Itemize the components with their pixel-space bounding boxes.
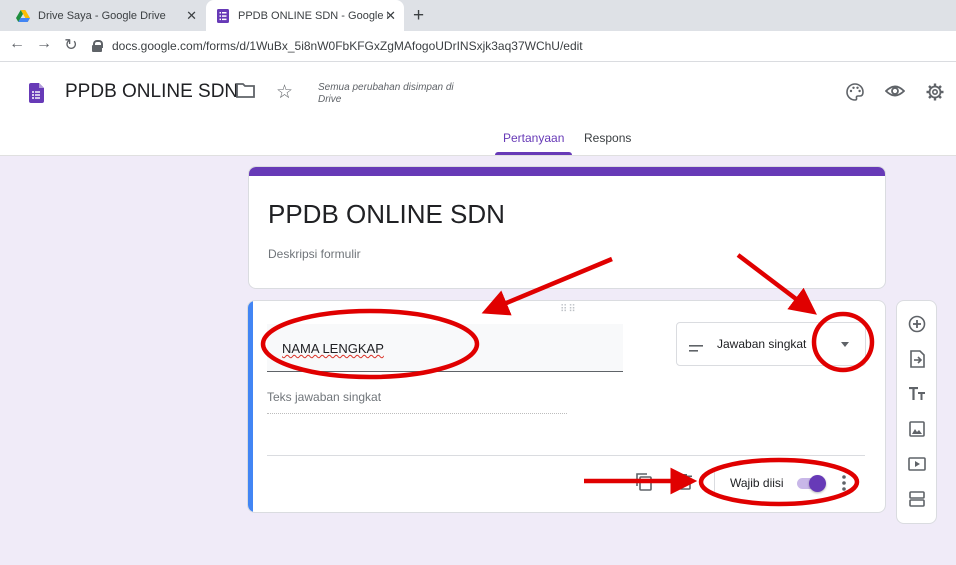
answer-placeholder: Teks jawaban singkat bbox=[267, 390, 567, 414]
required-toggle[interactable] bbox=[795, 475, 827, 492]
drag-handle-icon[interactable]: ⠿⠿ bbox=[560, 305, 577, 315]
add-image-icon[interactable] bbox=[906, 418, 928, 440]
form-title-input[interactable]: PPDB ONLINE SDN bbox=[268, 199, 505, 230]
tab-forms[interactable]: PPDB ONLINE SDN - Google For ✕ bbox=[206, 0, 404, 31]
tab-questions[interactable]: Pertanyaan bbox=[503, 131, 564, 145]
question-title-input[interactable]: NAMA LENGKAP bbox=[267, 324, 623, 372]
url-text: docs.google.com/forms/d/1WuBx_5i8nW0FbKF… bbox=[112, 39, 583, 53]
tab-label: Drive Saya - Google Drive bbox=[38, 9, 166, 22]
settings-icon[interactable] bbox=[926, 83, 944, 106]
add-section-icon[interactable] bbox=[906, 488, 928, 510]
add-video-icon[interactable] bbox=[906, 453, 928, 475]
address-bar: ← → ↻ docs.google.com/forms/d/1WuBx_5i8n… bbox=[0, 31, 956, 62]
browser-tabstrip: Drive Saya - Google Drive ✕ PPDB ONLINE … bbox=[0, 0, 956, 31]
folder-icon[interactable] bbox=[236, 83, 255, 103]
tab-drive[interactable]: Drive Saya - Google Drive ✕ bbox=[0, 0, 205, 31]
required-label: Wajib diisi bbox=[730, 476, 784, 490]
url-field[interactable]: docs.google.com/forms/d/1WuBx_5i8nW0FbKF… bbox=[92, 34, 952, 58]
drive-icon bbox=[16, 9, 30, 23]
toolbar-separator bbox=[714, 471, 715, 495]
more-vert-icon[interactable] bbox=[842, 475, 846, 496]
active-tab-indicator bbox=[495, 152, 572, 155]
star-icon[interactable]: ☆ bbox=[276, 81, 293, 104]
reload-icon[interactable]: ↻ bbox=[61, 35, 81, 55]
new-tab-icon[interactable]: + bbox=[413, 5, 424, 27]
form-name[interactable]: PPDB ONLINE SDN bbox=[65, 81, 238, 103]
forms-header: PPDB ONLINE SDN ☆ Semua perubahan disimp… bbox=[0, 62, 956, 156]
tab-responses[interactable]: Respons bbox=[584, 131, 631, 145]
import-questions-icon[interactable] bbox=[906, 348, 928, 370]
close-tab-icon[interactable]: ✕ bbox=[385, 8, 396, 24]
add-title-icon[interactable] bbox=[906, 383, 928, 405]
floating-toolbar bbox=[896, 300, 937, 524]
form-title-card: PPDB ONLINE SDN Deskripsi formulir bbox=[248, 166, 886, 289]
delete-icon[interactable] bbox=[678, 474, 692, 495]
forms-icon bbox=[216, 8, 230, 23]
copy-icon[interactable] bbox=[636, 473, 652, 496]
back-icon[interactable]: ← bbox=[7, 35, 27, 53]
accent-bar bbox=[249, 167, 885, 176]
chevron-down-icon[interactable] bbox=[841, 342, 849, 347]
question-type-label: Jawaban singkat bbox=[717, 337, 807, 351]
short-text-icon bbox=[689, 340, 703, 358]
preview-icon[interactable] bbox=[884, 83, 906, 104]
close-tab-icon[interactable]: ✕ bbox=[186, 8, 197, 24]
focus-bar bbox=[248, 301, 253, 512]
card-divider bbox=[267, 455, 865, 456]
question-card: ⠿⠿ NAMA LENGKAP Jawaban singkat Teks jaw… bbox=[247, 300, 886, 513]
lock-icon bbox=[92, 40, 103, 52]
form-description-input[interactable]: Deskripsi formulir bbox=[268, 247, 361, 261]
forms-icon[interactable] bbox=[29, 83, 44, 108]
question-type-dropdown[interactable]: Jawaban singkat bbox=[676, 322, 866, 366]
add-question-icon[interactable] bbox=[906, 313, 928, 335]
palette-icon[interactable] bbox=[846, 83, 864, 106]
forward-icon[interactable]: → bbox=[34, 35, 54, 53]
tab-label: PPDB ONLINE SDN - Google For bbox=[238, 9, 388, 22]
question-title-text: NAMA LENGKAP bbox=[282, 341, 384, 356]
save-status: Semua perubahan disimpan di Drive bbox=[318, 82, 454, 105]
